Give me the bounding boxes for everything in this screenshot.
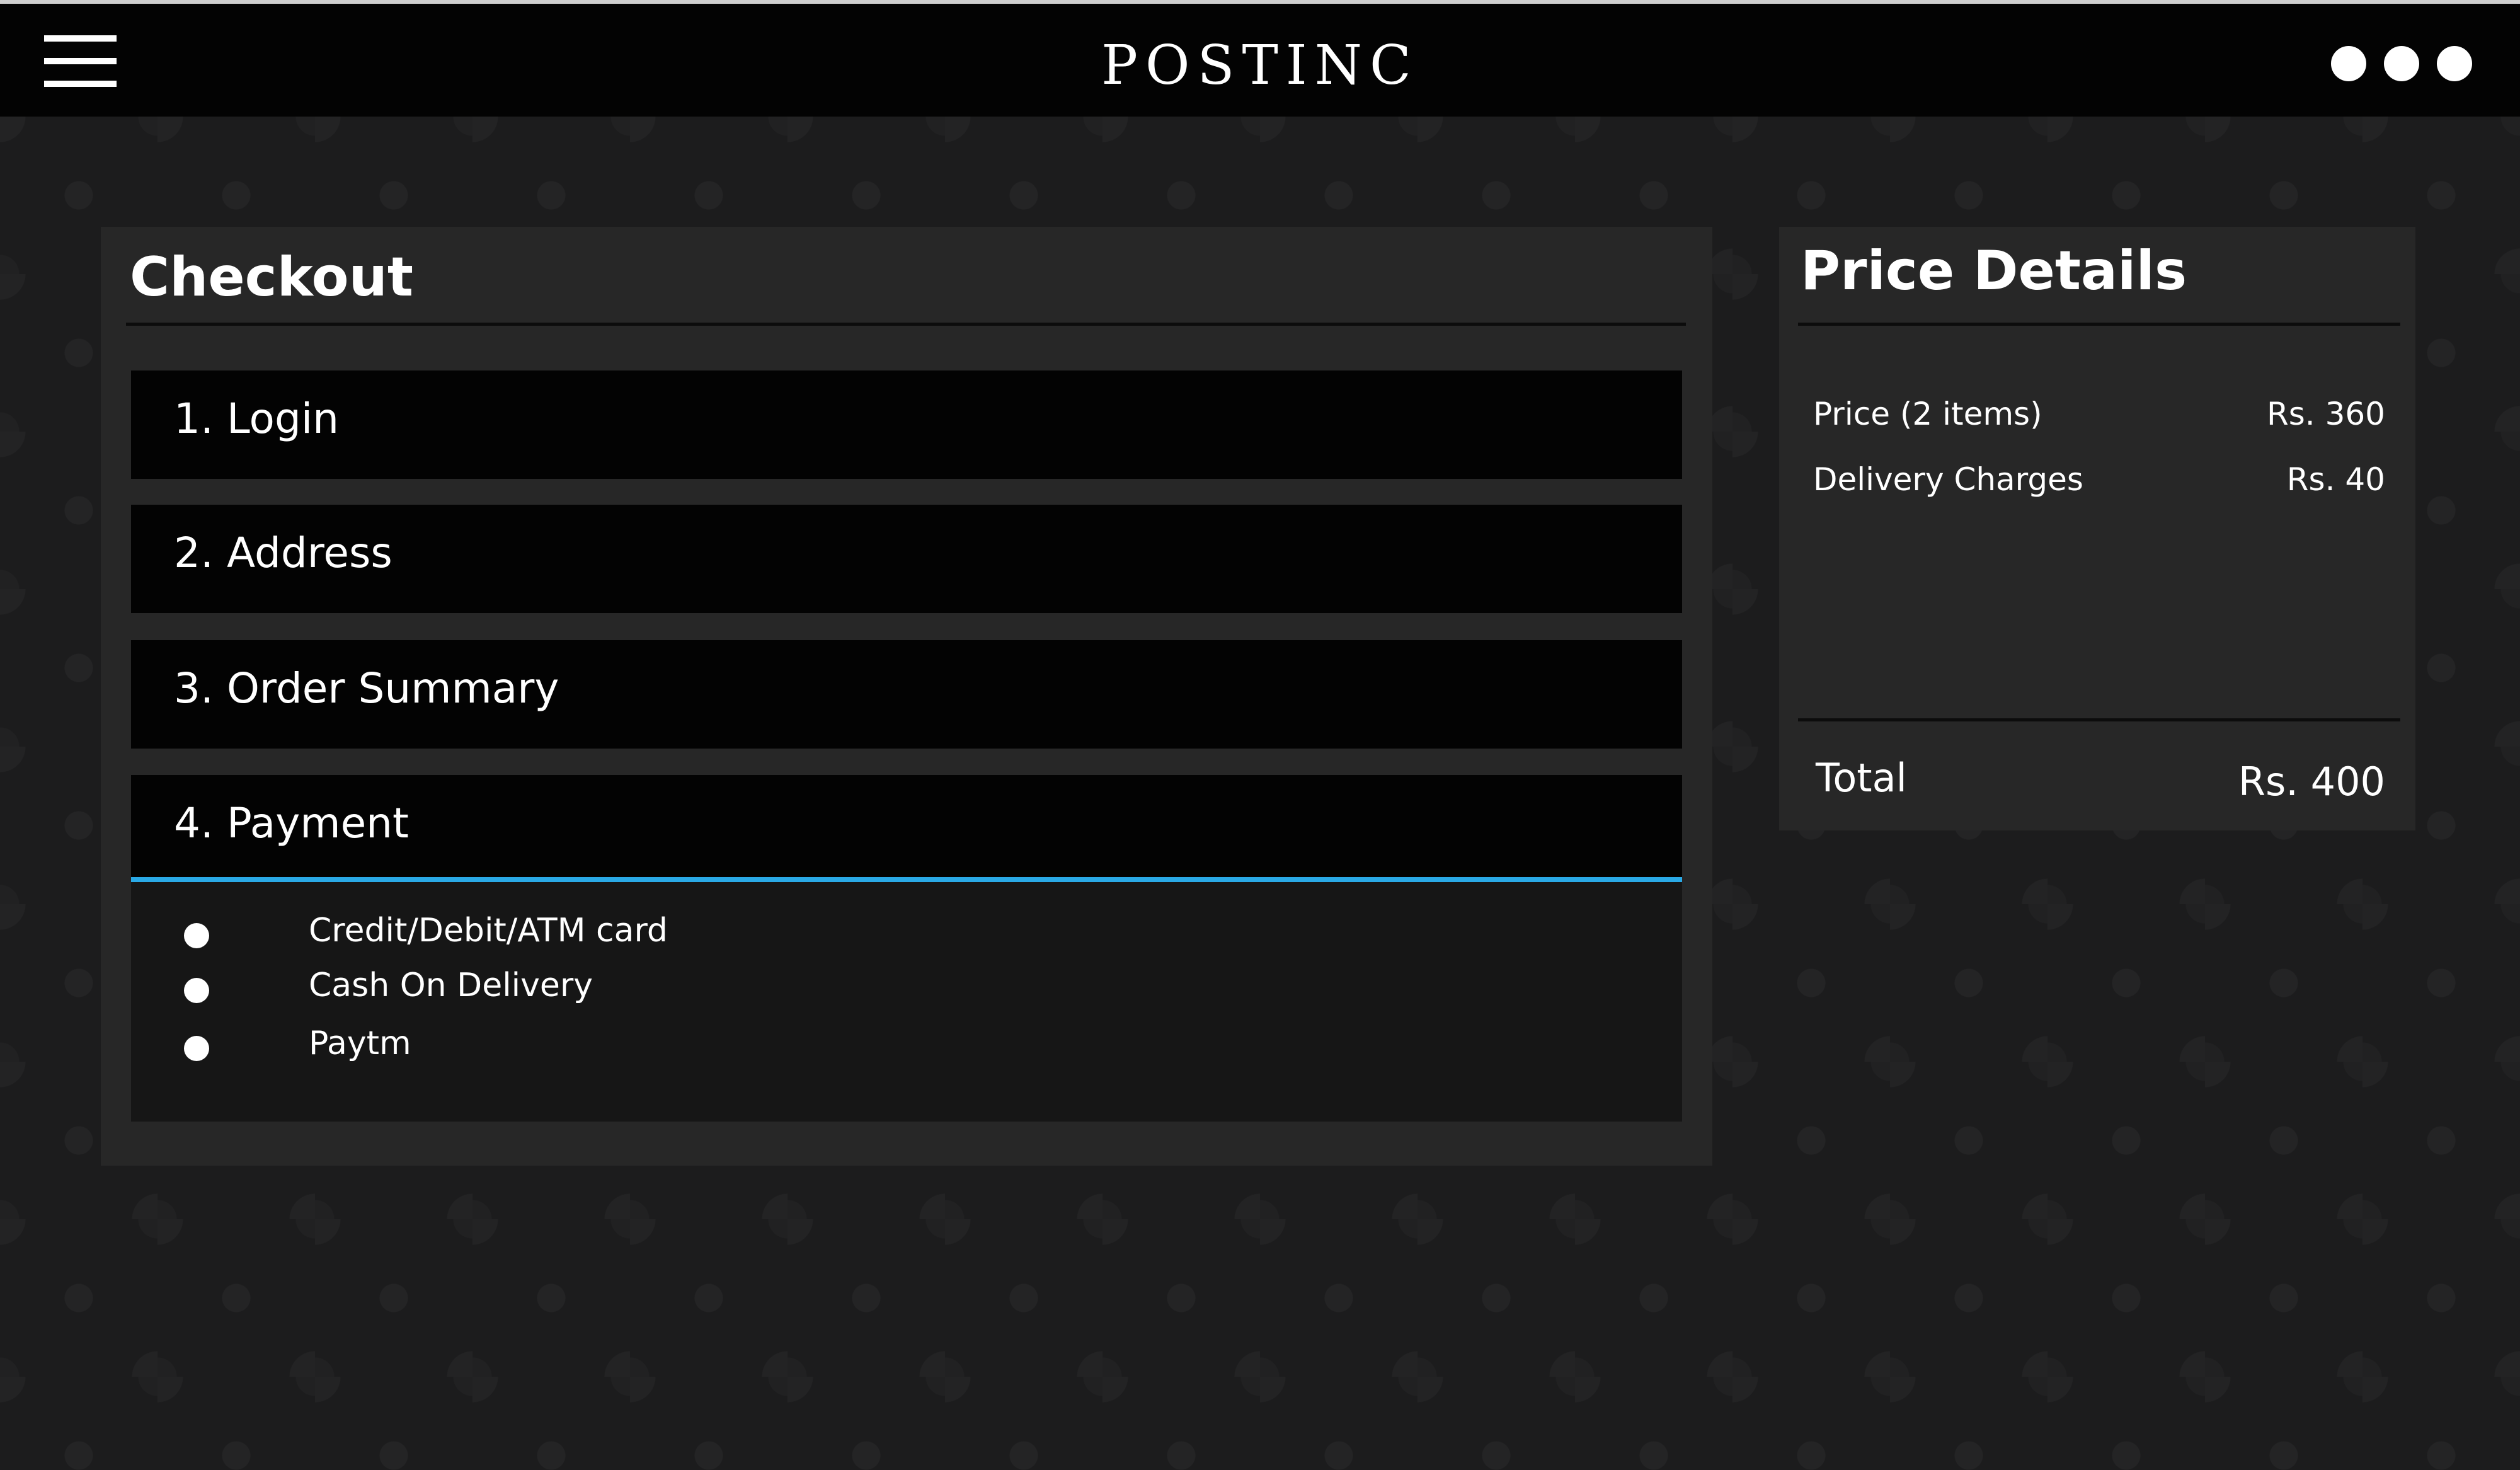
step-login[interactable]: 1. Login — [131, 370, 1682, 479]
step-order-summary[interactable]: 3. Order Summary — [131, 640, 1682, 749]
price-row-value: Rs. 40 — [2286, 461, 2385, 498]
top-bar: POSTINC — [0, 0, 2520, 117]
payment-options-list: Credit/Debit/ATM card Cash On Delivery P… — [131, 882, 1682, 1122]
step-login-label: 1. Login — [174, 394, 340, 443]
step-address-label: 2. Address — [174, 529, 392, 577]
step-payment-label: 4. Payment — [174, 799, 409, 847]
checkout-divider — [126, 323, 1686, 326]
radio-dot-icon[interactable] — [184, 1036, 209, 1061]
price-details-panel: Price Details Price (2 items) Rs. 360 De… — [1779, 227, 2415, 830]
total-value: Rs. 400 — [2238, 759, 2385, 805]
brand-logo: POSTINC — [1101, 34, 1419, 97]
price-details-title: Price Details — [1801, 239, 2187, 302]
step-payment[interactable]: 4. Payment — [131, 775, 1682, 882]
checkout-panel: Checkout 1. Login 2. Address 3. Order Su… — [101, 227, 1712, 1166]
payment-option-label: Credit/Debit/ATM card — [309, 912, 668, 950]
price-row-value: Rs. 360 — [2266, 396, 2385, 432]
price-divider-bottom — [1798, 718, 2400, 721]
price-row-label: Price (2 items) — [1813, 396, 2042, 432]
radio-dot-icon[interactable] — [184, 923, 209, 948]
more-options-icon[interactable] — [2331, 46, 2473, 83]
price-row-label: Delivery Charges — [1813, 461, 2083, 498]
radio-dot-icon[interactable] — [184, 978, 209, 1003]
price-divider-top — [1798, 323, 2400, 326]
payment-option-label: Paytm — [309, 1025, 411, 1062]
total-label: Total — [1816, 755, 1907, 801]
payment-option-label: Cash On Delivery — [309, 967, 593, 1004]
checkout-title: Checkout — [130, 246, 413, 309]
step-address[interactable]: 2. Address — [131, 505, 1682, 613]
step-order-summary-label: 3. Order Summary — [174, 664, 559, 713]
